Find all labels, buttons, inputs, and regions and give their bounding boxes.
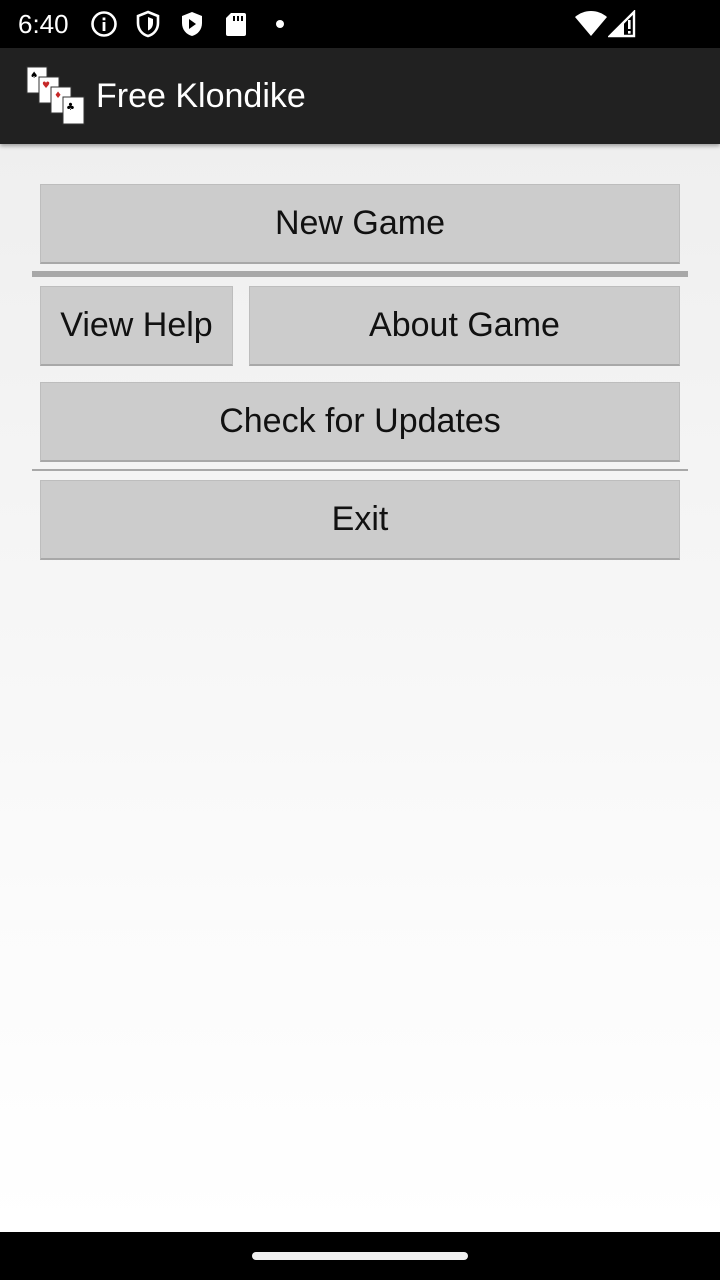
vpn-shield-icon bbox=[178, 10, 206, 38]
sd-card-icon bbox=[222, 10, 250, 38]
svg-text:♠: ♠ bbox=[30, 71, 38, 81]
about-game-button[interactable]: About Game bbox=[249, 286, 680, 366]
playing-cards-icon: ♠ ♥ ♦ ♣ bbox=[26, 66, 86, 126]
status-time: 6:40 bbox=[18, 9, 69, 39]
notification-dot bbox=[276, 20, 284, 28]
check-updates-button[interactable]: Check for Updates bbox=[40, 382, 680, 462]
status-bar: 6:40 bbox=[0, 0, 720, 48]
shield-icon bbox=[134, 10, 162, 38]
svg-text:♥: ♥ bbox=[42, 81, 50, 91]
info-icon bbox=[90, 10, 118, 38]
new-game-button[interactable]: New Game bbox=[40, 184, 680, 264]
app-bar: ♠ ♥ ♦ ♣ Free Klondike bbox=[0, 48, 720, 144]
navigation-bar bbox=[0, 1232, 720, 1280]
cell-signal-icon bbox=[608, 10, 636, 38]
home-gesture-handle[interactable] bbox=[252, 1252, 468, 1260]
view-help-button[interactable]: View Help bbox=[40, 286, 233, 366]
section-divider bbox=[32, 271, 688, 277]
exit-divider bbox=[32, 469, 688, 471]
main-menu: New Game View Help About Game Check for … bbox=[0, 144, 720, 1232]
wifi-icon bbox=[574, 10, 608, 38]
svg-text:♣: ♣ bbox=[66, 102, 75, 113]
exit-button[interactable]: Exit bbox=[40, 480, 680, 560]
svg-text:♦: ♦ bbox=[54, 91, 62, 101]
app-title: Free Klondike bbox=[96, 77, 306, 115]
